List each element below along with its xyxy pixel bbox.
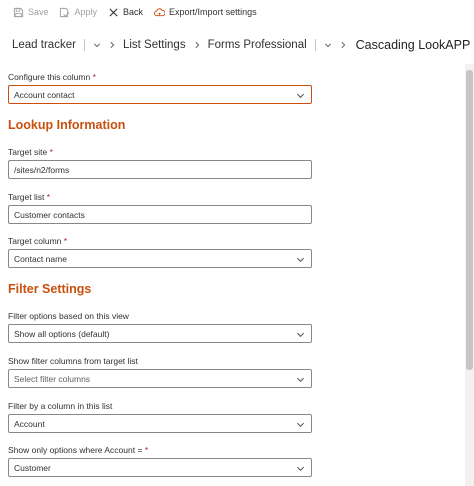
filter-by-dropdown[interactable]: Account <box>8 414 312 433</box>
lookup-information-heading: Lookup Information <box>8 118 126 132</box>
target-site-value: /sites/n2/forms <box>14 164 70 175</box>
show-only-value: Customer <box>14 462 51 473</box>
breadcrumb-forms-professional[interactable]: Forms Professional <box>204 39 311 51</box>
chevron-down-icon[interactable] <box>93 41 101 49</box>
save-button[interactable]: Save <box>12 6 49 18</box>
command-bar: Save Apply Back Export/Import settings <box>0 0 474 24</box>
chevron-right-icon <box>339 41 347 49</box>
breadcrumb-lead-tracker[interactable]: Lead tracker <box>8 39 80 51</box>
breadcrumb-current: Cascading LookAPP <box>355 38 471 52</box>
close-icon <box>107 6 119 18</box>
target-column-value: Contact name <box>14 253 67 264</box>
apply-icon <box>59 6 71 18</box>
breadcrumb: Lead tracker List Settings Forms Profess… <box>8 34 470 56</box>
filter-view-dropdown[interactable]: Show all options (default) <box>8 324 312 343</box>
filter-view-label: Filter options based on this view <box>8 311 129 321</box>
filter-view-value: Show all options (default) <box>14 328 110 339</box>
filter-by-value: Account <box>14 418 45 429</box>
target-site-input[interactable]: /sites/n2/forms <box>8 160 312 179</box>
chevron-right-icon <box>108 41 116 49</box>
filter-columns-dropdown[interactable]: Select filter columns <box>8 369 312 388</box>
chevron-down-icon <box>295 329 305 339</box>
target-column-dropdown[interactable]: Contact name <box>8 249 312 268</box>
filter-columns-placeholder: Select filter columns <box>14 373 91 384</box>
save-icon <box>12 6 24 18</box>
filter-columns-label: Show filter columns from target list <box>8 356 138 366</box>
configure-column-value: Account contact <box>14 89 75 100</box>
show-only-label: Show only options where Account = * <box>8 445 149 455</box>
chevron-right-icon <box>193 41 201 49</box>
show-only-dropdown[interactable]: Customer <box>8 458 312 477</box>
chevron-down-icon <box>295 419 305 429</box>
target-list-label: Target list * <box>8 192 51 202</box>
save-label: Save <box>28 7 49 17</box>
chevron-down-icon <box>295 463 305 473</box>
target-site-label: Target site * <box>8 147 53 157</box>
breadcrumb-divider <box>83 39 85 51</box>
chevron-down-icon <box>295 254 305 264</box>
breadcrumb-divider <box>314 39 316 51</box>
chevron-down-icon[interactable] <box>324 41 332 49</box>
back-button[interactable]: Back <box>107 6 143 18</box>
chevron-down-icon <box>295 374 305 384</box>
chevron-down-icon <box>295 90 305 100</box>
filter-by-label: Filter by a column in this list <box>8 401 113 411</box>
apply-label: Apply <box>74 7 98 17</box>
configure-column-label: Configure this column * <box>8 72 96 82</box>
back-label: Back <box>123 7 144 17</box>
export-import-button[interactable]: Export/Import settings <box>153 6 257 18</box>
apply-button[interactable]: Apply <box>59 6 98 18</box>
filter-settings-heading: Filter Settings <box>8 282 92 296</box>
configure-column-dropdown[interactable]: Account contact <box>8 85 312 104</box>
target-column-label: Target column * <box>8 236 68 246</box>
cloud-sync-icon <box>153 6 165 18</box>
target-list-value: Customer contacts <box>14 209 85 220</box>
scrollbar-thumb[interactable] <box>466 70 473 370</box>
breadcrumb-list-settings[interactable]: List Settings <box>119 39 190 51</box>
export-import-label: Export/Import settings <box>169 7 257 17</box>
target-list-dropdown[interactable]: Customer contacts <box>8 205 312 224</box>
